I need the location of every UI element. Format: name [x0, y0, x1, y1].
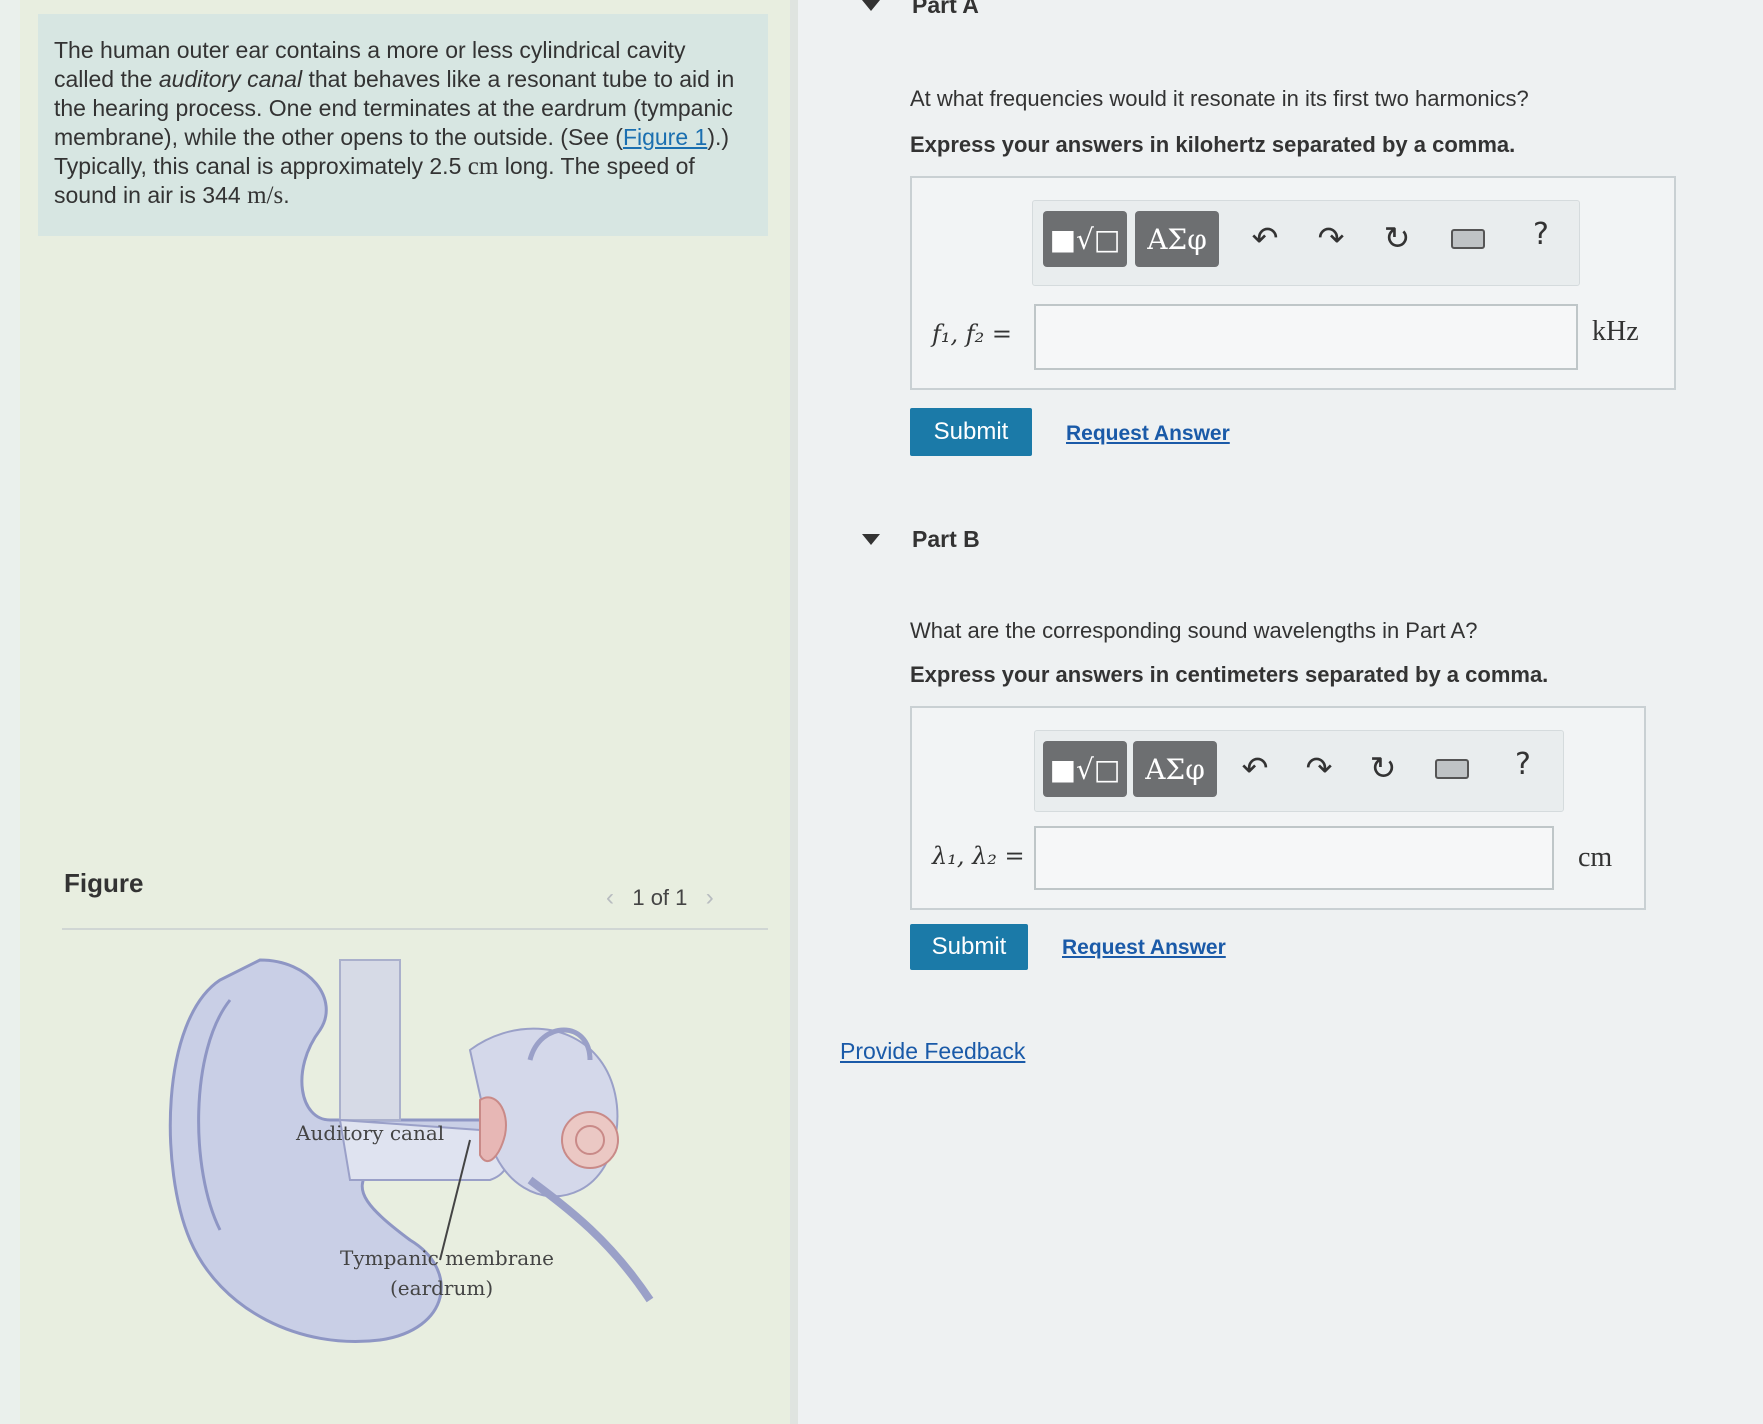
figure-rule: [62, 928, 768, 930]
caption-tympanic-membrane: Tympanic membrane: [340, 1246, 554, 1270]
part-a-variable-label: f₁, f₂ =: [932, 320, 1013, 348]
reset-icon[interactable]: ↻: [1377, 219, 1417, 257]
part-a-submit-button[interactable]: Submit: [910, 408, 1032, 456]
part-b-toolbar: ■√□ ΑΣφ ↶ ↷ ↻ ?: [1034, 730, 1564, 812]
head-wall: [339, 959, 401, 1121]
templates-button[interactable]: ■√□: [1043, 211, 1127, 267]
part-b-question: What are the corresponding sound wavelen…: [910, 618, 1478, 643]
part-a-unit: kHz: [1592, 316, 1639, 347]
keyboard-icon[interactable]: [1451, 229, 1485, 249]
help-icon[interactable]: ?: [1515, 747, 1531, 782]
greek-symbols-button[interactable]: ΑΣφ: [1135, 211, 1219, 267]
column-divider: [790, 0, 798, 1424]
part-b-answer-box: ■√□ ΑΣφ ↶ ↷ ↻ ? λ₁, λ₂ = cm: [910, 706, 1646, 910]
figure-page-indicator: 1 of 1: [632, 885, 688, 910]
part-b-unit: cm: [1578, 842, 1613, 873]
caption-auditory-canal: Auditory canal: [295, 1121, 444, 1145]
part-b-variable-label: λ₁, λ₂ =: [932, 842, 1025, 870]
next-figure-button[interactable]: ›: [706, 884, 714, 911]
speed-unit: m/s: [247, 182, 284, 209]
greek-symbols-button[interactable]: ΑΣφ: [1133, 741, 1217, 797]
part-b-instruction: Express your answers in centimeters sepa…: [910, 662, 1549, 687]
redo-icon[interactable]: ↷: [1299, 749, 1339, 787]
figure-link[interactable]: Figure 1: [623, 124, 707, 150]
part-b-title[interactable]: Part B: [912, 526, 980, 553]
part-a-instruction: Express your answers in kilohertz separa…: [910, 132, 1516, 157]
part-a-answer-box: ■√□ ΑΣφ ↶ ↷ ↻ ? f₁, f₂ = kHz: [910, 176, 1676, 390]
ear-illustration: Auditory canal Tympanic membrane (eardru…: [168, 958, 654, 1343]
help-icon[interactable]: ?: [1533, 217, 1549, 252]
undo-icon[interactable]: ↶: [1245, 219, 1285, 257]
part-b-submit-button[interactable]: Submit: [910, 924, 1028, 970]
part-b-collapse-icon[interactable]: [862, 534, 880, 545]
problem-em: auditory canal: [158, 66, 303, 92]
part-a-title[interactable]: Part A: [912, 0, 979, 19]
problem-text-5: .: [283, 182, 290, 208]
eustachian-tube: [527, 1176, 654, 1303]
figure-title: Figure: [64, 868, 144, 898]
part-b-request-answer-link[interactable]: Request Answer: [1062, 936, 1226, 960]
figure-pager: ‹ 1 of 1 ›: [606, 884, 714, 912]
caption-eardrum: (eardrum): [390, 1276, 493, 1300]
length-unit: cm: [467, 153, 499, 180]
part-a-request-answer-link[interactable]: Request Answer: [1066, 422, 1230, 446]
part-a-toolbar: ■√□ ΑΣφ ↶ ↷ ↻ ?: [1032, 200, 1580, 286]
keyboard-icon[interactable]: [1435, 759, 1469, 779]
redo-icon[interactable]: ↷: [1311, 219, 1351, 257]
part-a-question: At what frequencies would it resonate in…: [910, 86, 1529, 111]
problem-statement: The human outer ear contains a more or l…: [38, 14, 768, 236]
undo-icon[interactable]: ↶: [1235, 749, 1275, 787]
part-a-answer-input[interactable]: [1034, 304, 1578, 370]
templates-button[interactable]: ■√□: [1043, 741, 1127, 797]
cochlea: [561, 1111, 619, 1169]
part-a-collapse-icon[interactable]: [862, 0, 880, 11]
provide-feedback-link[interactable]: Provide Feedback: [840, 1038, 1025, 1065]
reset-icon[interactable]: ↻: [1363, 749, 1403, 787]
part-b-answer-input[interactable]: [1034, 826, 1554, 890]
prev-figure-button[interactable]: ‹: [606, 884, 614, 911]
